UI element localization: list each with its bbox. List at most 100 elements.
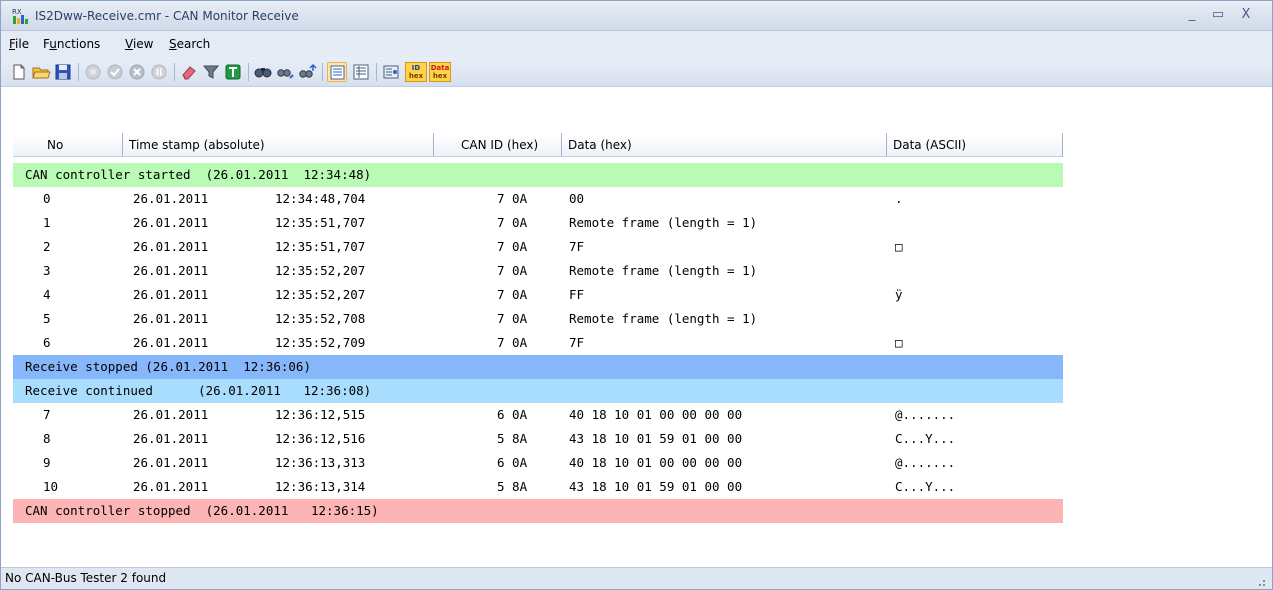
cell-data-ascii: □: [895, 239, 903, 254]
find-next-icon[interactable]: [297, 62, 317, 82]
id-hex-toggle-button[interactable]: ID hex: [405, 62, 427, 82]
column-header-timestamp[interactable]: Time stamp (absolute): [123, 133, 434, 157]
cell-can-id: 7 0A: [497, 311, 528, 326]
stop-disabled-icon[interactable]: [127, 62, 147, 82]
toolbar-separator: [376, 63, 377, 81]
cell-time: 12:36:12,516: [275, 431, 366, 446]
cell-no: 4: [43, 287, 51, 302]
view-detail-icon[interactable]: [351, 62, 371, 82]
minimize-button[interactable]: _: [1181, 6, 1203, 24]
cell-data-hex: 00: [569, 191, 585, 206]
status-bar: No CAN-Bus Tester 2 found: [1, 567, 1272, 589]
table-row[interactable]: 9 26.01.2011 12:36:13,313 6 0A 40 18 10 01 0…: [13, 451, 1063, 475]
new-icon[interactable]: [9, 62, 29, 82]
record-disabled-icon[interactable]: [83, 62, 103, 82]
find-icon[interactable]: [253, 62, 273, 82]
window-title: IS2Dww-Receive.cmr - CAN Monitor Receive: [35, 9, 299, 23]
grid-rows: CAN controller started (26.01.2011 12:34…: [13, 163, 1063, 523]
table-row[interactable]: 1 26.01.2011 12:35:51,707 7 0A Remote frame …: [13, 211, 1063, 235]
cell-can-id: 7 0A: [497, 335, 528, 350]
cell-can-id: 5 8A: [497, 431, 528, 446]
status-row[interactable]: CAN controller stopped (26.01.2011 12:36…: [13, 499, 1063, 523]
cell-no: 2: [43, 239, 51, 254]
data-hex-toggle-button[interactable]: Data hex: [429, 62, 451, 82]
eraser-icon[interactable]: [179, 62, 199, 82]
cell-no: 0: [43, 191, 51, 206]
status-text: No CAN-Bus Tester 2 found: [5, 571, 167, 585]
cell-date: 26.01.2011: [133, 191, 209, 206]
filter-icon[interactable]: [201, 62, 221, 82]
close-button[interactable]: X: [1235, 6, 1257, 24]
message-grid[interactable]: No Time stamp (absolute) CAN ID (hex) Da…: [13, 87, 1272, 565]
cell-no: 3: [43, 263, 51, 278]
cell-data-ascii: □: [895, 335, 903, 350]
cell-date: 26.01.2011: [133, 263, 209, 278]
view-list-icon[interactable]: [327, 62, 347, 82]
cell-can-id: 6 0A: [497, 407, 528, 422]
table-row[interactable]: 7 26.01.2011 12:36:12,515 6 0A 40 18 10 01 0…: [13, 403, 1063, 427]
column-header-can-id[interactable]: CAN ID (hex): [434, 133, 562, 157]
cell-can-id: 7 0A: [497, 239, 528, 254]
table-row[interactable]: 5 26.01.2011 12:35:52,708 7 0A Remote frame …: [13, 307, 1063, 331]
grid-header: No Time stamp (absolute) CAN ID (hex) Da…: [13, 133, 1063, 157]
menu-search[interactable]: Search: [169, 37, 210, 51]
trigger-icon[interactable]: [223, 62, 243, 82]
status-row[interactable]: Receive continued (26.01.2011 12:36:08): [13, 379, 1063, 403]
resize-grip-icon[interactable]: [1256, 576, 1266, 586]
table-row[interactable]: 6 26.01.2011 12:35:52,709 7 0A 7F □: [13, 331, 1063, 355]
find-previous-icon[interactable]: [275, 62, 295, 82]
cell-no: 8: [43, 431, 51, 446]
cell-can-id: 5 8A: [497, 479, 528, 494]
cell-can-id: 7 0A: [497, 215, 528, 230]
cell-date: 26.01.2011: [133, 455, 209, 470]
menu-view[interactable]: View: [125, 37, 153, 51]
svg-text:RX: RX: [12, 8, 22, 16]
column-header-data-ascii[interactable]: Data (ASCII): [887, 133, 1063, 157]
app-window: RX IS2Dww-Receive.cmr - CAN Monitor Rece…: [0, 0, 1273, 590]
table-row[interactable]: 8 26.01.2011 12:36:12,516 5 8A 43 18 10 01 5…: [13, 427, 1063, 451]
table-row[interactable]: 2 26.01.2011 12:35:51,707 7 0A 7F □: [13, 235, 1063, 259]
cell-date: 26.01.2011: [133, 335, 209, 350]
cell-date: 26.01.2011: [133, 311, 209, 326]
cell-data-ascii: C...Y...: [895, 479, 956, 494]
cell-data-ascii: @.......: [895, 455, 956, 470]
cell-data-ascii: ÿ: [895, 287, 903, 302]
cell-data-hex: 40 18 10 01 00 00 00 00: [569, 455, 743, 470]
open-folder-icon[interactable]: [31, 62, 51, 82]
status-row[interactable]: Receive stopped (26.01.2011 12:36:06): [13, 355, 1063, 379]
table-row[interactable]: 0 26.01.2011 12:34:48,704 7 0A 00.: [13, 187, 1063, 211]
cell-time: 12:36:12,515: [275, 407, 366, 422]
cell-data-hex: Remote frame (length = 1): [569, 311, 758, 326]
cell-no: 10: [43, 479, 59, 494]
cell-time: 12:35:52,207: [275, 287, 366, 302]
status-row[interactable]: CAN controller started (26.01.2011 12:34…: [13, 163, 1063, 187]
cell-data-hex: Remote frame (length = 1): [569, 263, 758, 278]
column-header-no[interactable]: No: [13, 133, 123, 157]
cell-can-id: 7 0A: [497, 191, 528, 206]
cell-no: 1: [43, 215, 51, 230]
menu-functions[interactable]: Functions: [43, 37, 100, 51]
cell-date: 26.01.2011: [133, 287, 209, 302]
cell-data-hex: 7F: [569, 335, 585, 350]
cell-data-hex: 43 18 10 01 59 01 00 00: [569, 479, 743, 494]
maximize-button[interactable]: ▭: [1207, 6, 1229, 24]
table-row[interactable]: 4 26.01.2011 12:35:52,207 7 0A FF ÿ: [13, 283, 1063, 307]
pause-disabled-icon[interactable]: [149, 62, 169, 82]
cell-no: 6: [43, 335, 51, 350]
table-row[interactable]: 10 26.01.2011 12:36:13,314 5 8A 43 18 10 01 …: [13, 475, 1063, 499]
table-row[interactable]: 3 26.01.2011 12:35:52,207 7 0A Remote frame …: [13, 259, 1063, 283]
cell-date: 26.01.2011: [133, 479, 209, 494]
title-bar[interactable]: RX IS2Dww-Receive.cmr - CAN Monitor Rece…: [1, 1, 1272, 31]
cell-no: 7: [43, 407, 51, 422]
cell-time: 12:35:52,708: [275, 311, 366, 326]
toolbar-separator: [78, 63, 79, 81]
cell-no: 9: [43, 455, 51, 470]
menu-file[interactable]: File: [9, 37, 29, 51]
check-disabled-icon[interactable]: [105, 62, 125, 82]
toolbar-separator: [322, 63, 323, 81]
column-header-data-hex[interactable]: Data (hex): [562, 133, 887, 157]
save-icon[interactable]: [53, 62, 73, 82]
cell-can-id: 7 0A: [497, 263, 528, 278]
settings-icon[interactable]: [381, 62, 401, 82]
cell-data-hex: 40 18 10 01 00 00 00 00: [569, 407, 743, 422]
